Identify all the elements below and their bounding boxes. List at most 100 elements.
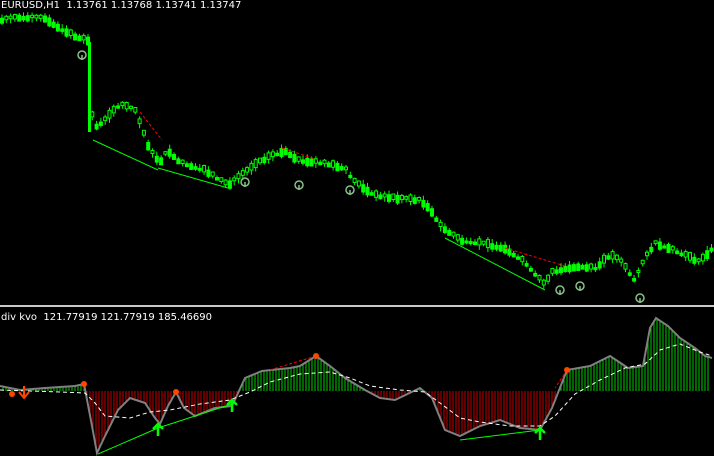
candle-body <box>176 158 181 165</box>
candle-body <box>649 246 654 253</box>
candle-body <box>236 173 241 180</box>
candle-body <box>619 258 624 263</box>
candle-body <box>172 154 176 160</box>
candle-body <box>640 259 645 265</box>
candle-body <box>546 274 551 282</box>
marker-dot <box>9 391 15 397</box>
candle-body <box>537 274 542 281</box>
candle-body <box>8 15 13 20</box>
candle-body <box>180 159 185 165</box>
candle-body <box>232 177 237 182</box>
subwindow-separator[interactable] <box>0 305 714 307</box>
candle-body <box>602 254 606 264</box>
candle-body <box>541 279 546 286</box>
indicator-label: div kvo 121.77919 121.77919 185.46690 <box>1 312 212 324</box>
candle-body <box>4 15 9 21</box>
candle-body <box>520 256 525 263</box>
candle-body <box>30 14 35 19</box>
candle-body <box>98 121 103 126</box>
indicator-subwindow[interactable] <box>0 308 714 456</box>
candle-body <box>279 148 284 157</box>
candle-body <box>597 261 602 269</box>
candle-body <box>369 192 374 196</box>
candle-body <box>528 267 533 272</box>
candle-body <box>55 23 60 32</box>
candle-body <box>163 151 168 155</box>
candle-body <box>584 264 589 272</box>
candle-body <box>326 162 331 168</box>
candle-body <box>258 157 262 164</box>
candle-body <box>107 109 112 119</box>
candle-body <box>606 255 611 260</box>
candle-body <box>301 159 305 164</box>
candle-body <box>356 180 361 187</box>
candle-body <box>73 33 78 41</box>
candle-body <box>38 14 43 19</box>
candle-body <box>34 14 39 19</box>
candle-body <box>516 256 520 260</box>
candle-body <box>275 152 280 157</box>
chart-window[interactable]: EURUSD,H1 1.13761 1.13768 1.13741 1.1374… <box>0 0 714 456</box>
candle-body <box>412 197 417 204</box>
candle-body <box>455 234 460 241</box>
candle-body <box>296 156 301 162</box>
candle-body <box>305 157 310 167</box>
candle-body <box>593 267 598 271</box>
kvo-line <box>0 316 713 456</box>
candle-body <box>94 123 99 130</box>
candle-body <box>253 159 258 169</box>
candle-body <box>700 253 705 262</box>
candle-body <box>17 14 22 22</box>
candle-body <box>589 263 594 270</box>
price-chart[interactable] <box>0 0 714 305</box>
candle-body <box>309 158 314 167</box>
candle-body <box>623 263 628 270</box>
candle-body <box>322 159 327 165</box>
candle-body <box>481 240 486 245</box>
candle-body <box>675 250 680 255</box>
ohlc-values: 1.13761 1.13768 1.13741 1.13747 <box>66 0 242 11</box>
candle-body <box>0 17 4 24</box>
candle-body <box>550 267 555 274</box>
candle-body <box>434 217 439 222</box>
candle-body <box>511 252 516 258</box>
candle-body <box>159 157 164 166</box>
candle-body <box>533 272 538 277</box>
candle-body <box>438 221 443 227</box>
candle-body <box>365 186 370 196</box>
candle-body <box>692 256 697 264</box>
candle-body <box>442 226 447 234</box>
candle-body <box>679 252 684 257</box>
candle-body <box>382 193 387 198</box>
marker-dot <box>173 389 179 395</box>
candle-body <box>90 111 95 118</box>
candle-body <box>331 160 336 168</box>
candle-body <box>103 116 108 122</box>
candle-body <box>25 15 30 22</box>
candle-body <box>88 42 91 132</box>
candle-body <box>666 244 671 253</box>
divergence-line-bull <box>459 429 541 441</box>
candle-body <box>688 251 692 261</box>
candle-body <box>387 194 391 202</box>
candle-body <box>473 241 477 246</box>
indicator-values: 121.77919 121.77919 185.46690 <box>43 312 213 323</box>
candle-body <box>146 142 151 151</box>
candle-body <box>425 203 430 212</box>
candle-body <box>636 270 641 274</box>
candle-body <box>292 153 297 163</box>
candle-body <box>150 150 155 154</box>
candle-body <box>184 163 189 168</box>
candle-body <box>77 35 82 42</box>
candle-body <box>120 101 125 107</box>
candle-body <box>167 148 172 157</box>
candle-body <box>60 28 65 32</box>
candle-body <box>670 246 675 251</box>
candle-body <box>408 194 413 202</box>
candle-body <box>154 155 159 163</box>
candle-body <box>124 101 129 110</box>
candle-body <box>266 152 271 160</box>
marker-dot <box>564 367 570 373</box>
candle-body <box>223 179 228 186</box>
candle-body <box>498 244 503 252</box>
